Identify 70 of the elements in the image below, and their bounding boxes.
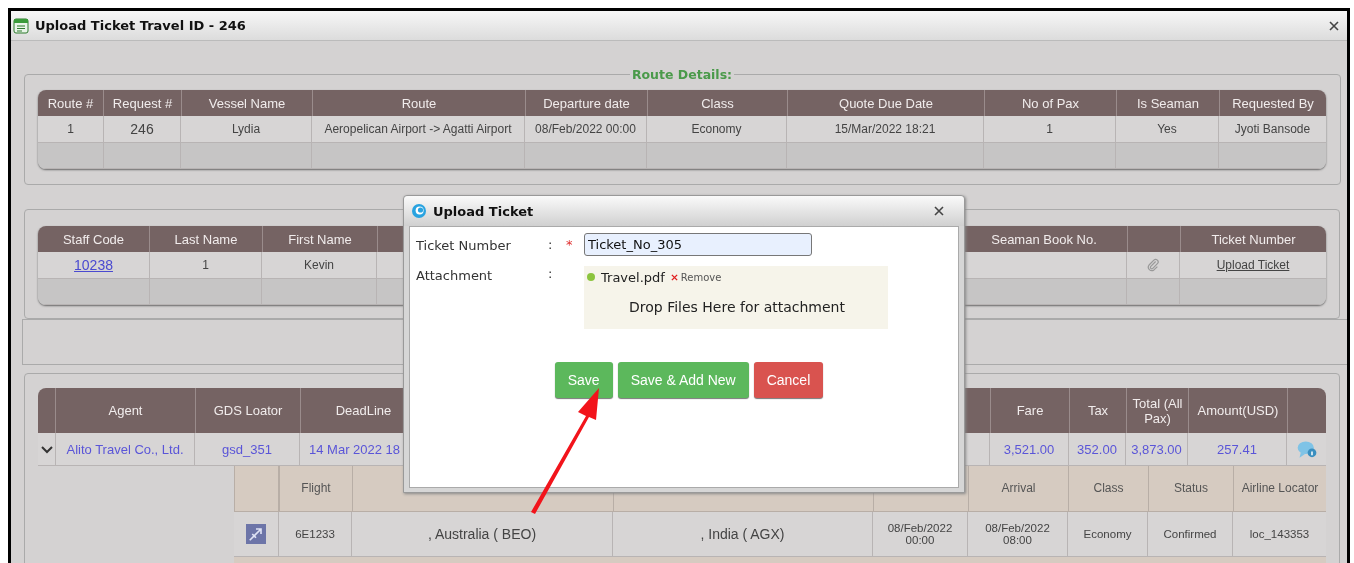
column-header: No of Pax — [1021, 95, 1080, 111]
link[interactable]: 10238 — [74, 257, 113, 273]
column-header: Requested By — [1232, 95, 1314, 111]
column-header: Staff Code — [62, 231, 125, 247]
table-cell: 6E1233 — [295, 528, 335, 540]
column-header: First Name — [288, 231, 352, 247]
dialog-title: Upload Ticket — [433, 203, 535, 219]
column-header: Amount(USD) — [1197, 403, 1279, 418]
table-cell: 08/Feb/2022 00:00 — [535, 122, 636, 136]
column-header: Class — [1093, 481, 1124, 496]
table-cell: 1 — [67, 122, 74, 136]
column-header: Fare — [1016, 403, 1044, 418]
table-cell: Confirmed — [1163, 528, 1217, 540]
column-header: Ticket Number — [1211, 231, 1296, 247]
table-cell: Economy — [1083, 528, 1132, 540]
column-header: Route # — [47, 95, 94, 111]
table-cell-text: 08/Feb/2022 08:00 — [984, 522, 1051, 546]
column-header: Route — [401, 95, 437, 111]
table-cell: 15/Mar/2022 18:21 — [834, 122, 936, 136]
required-mark: * — [566, 236, 574, 252]
value-text: gsd_351 — [222, 441, 272, 457]
table-cell: Yes — [1157, 122, 1177, 136]
table-cell: Kevin — [304, 258, 334, 272]
table-cell: 246 — [130, 121, 154, 137]
column-header: Tax — [1087, 403, 1109, 418]
value-text: 352.00 — [1077, 441, 1117, 457]
column-header: Request # — [112, 95, 173, 111]
column-header: Agent — [108, 403, 143, 418]
column-header: Vessel Name — [208, 95, 286, 111]
column-header: Status — [1174, 481, 1208, 496]
table-cell: Lydia — [231, 122, 261, 136]
drop-hint: Drop Files Here for attachment — [628, 299, 846, 315]
column-header: Flight — [301, 481, 331, 496]
table-cell: Jyoti Bansode — [1234, 122, 1311, 136]
window-title: Upload Ticket Travel ID - 246 — [35, 18, 247, 33]
link[interactable]: Upload Ticket — [1216, 258, 1290, 272]
cancel-button[interactable]: Cancel — [753, 362, 824, 398]
remove-link[interactable]: Remove — [670, 271, 722, 283]
column-header: GDS Loator — [213, 403, 283, 418]
colon: : — [548, 236, 554, 252]
file-name: Travel.pdf — [601, 269, 665, 285]
ticket-number-field[interactable]: Ticket_No_305 — [584, 232, 812, 256]
column-header: Quote Due Date — [839, 95, 933, 111]
table-cell: , India ( AGX) — [700, 526, 785, 542]
column-header: Class — [701, 95, 734, 111]
column-header: DeadLine — [335, 403, 392, 418]
column-header: Seaman Book No. — [991, 231, 1097, 247]
table-cell-text: 08/Feb/2022 00:00 — [886, 522, 954, 546]
section-legend: Route Details: — [629, 67, 735, 82]
table-cell: loc_143353 — [1249, 528, 1310, 540]
field-label: Attachment — [416, 267, 494, 283]
column-header: Last Name — [174, 231, 238, 247]
column-header: Total (All Pax) — [1131, 395, 1184, 426]
table-cell: 1 — [1046, 122, 1053, 136]
field-label: Ticket Number — [416, 236, 512, 253]
table-cell: 1 — [202, 258, 209, 272]
value-text: 257.41 — [1217, 441, 1257, 457]
table-cell: , Australia ( BEO) — [427, 526, 537, 542]
column-header: Departure date — [543, 95, 630, 111]
value-text: 3,521.00 — [1003, 441, 1055, 457]
value-text: 3,873.00 — [1131, 441, 1182, 457]
value-text: Alito Travel Co., Ltd. — [66, 441, 184, 457]
value-text: 14 Mar 2022 18 — [309, 441, 401, 457]
column-header: Is Seaman — [1136, 95, 1200, 111]
table-cell: Aeropelican Airport -> Agatti Airport — [324, 122, 512, 136]
column-header: Airline Locator — [1241, 481, 1319, 496]
colon: : — [548, 266, 554, 281]
table-cell: Economy — [691, 122, 742, 136]
drop-zone[interactable]: Travel.pdf Remove Drop Files Here for attachment — [584, 266, 888, 329]
column-header: Arrival — [1001, 481, 1036, 496]
